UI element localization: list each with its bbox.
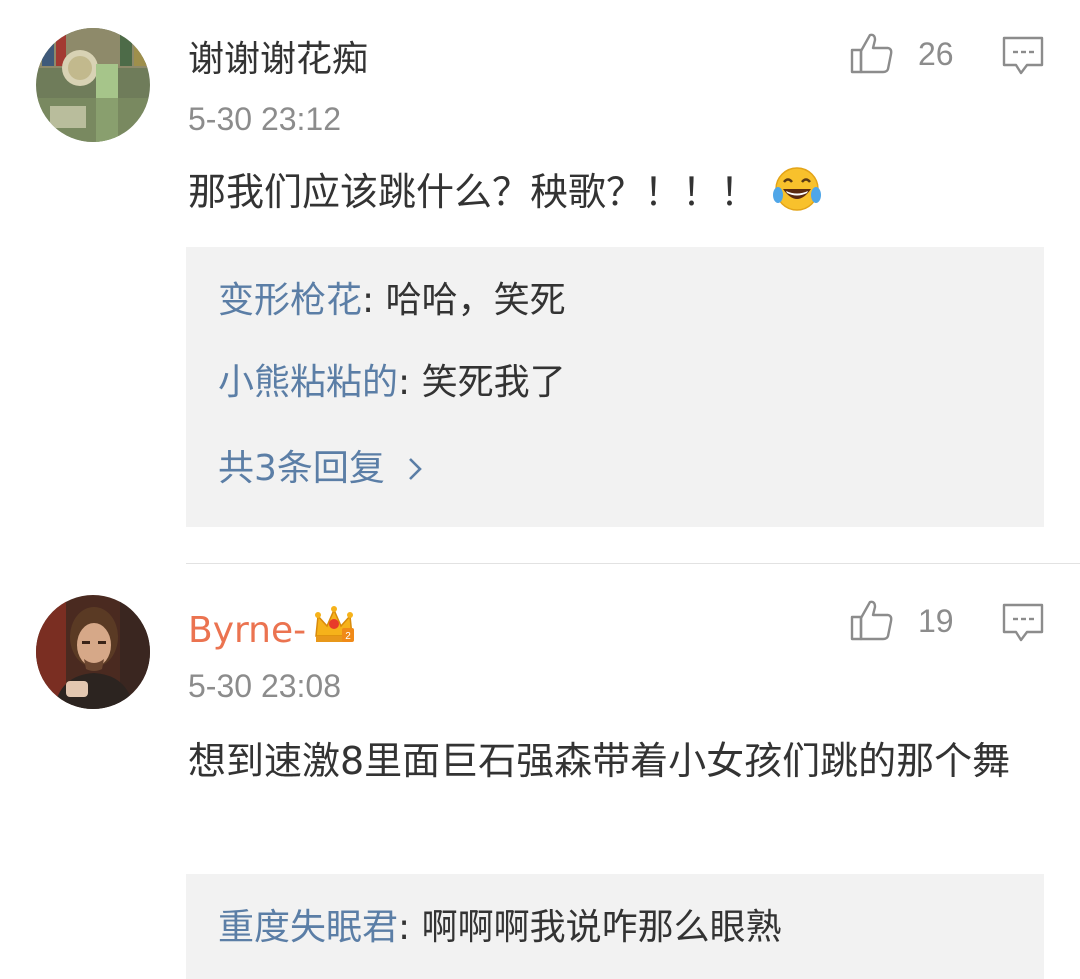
comment-text: 那我们应该跳什么？秧歌？！！！ (188, 164, 1048, 228)
crown-vip-badge-icon: 2 (312, 604, 356, 658)
reply-text: 哈哈，笑死 (385, 280, 566, 321)
comment-item: 谢谢谢花痴 5-30 23:12 26 那我们应该跳什么？秧歌？！！！ 变形枪花… (0, 0, 1080, 563)
reply-item[interactable]: 重度失眠君: 啊啊啊我说咋那么眼熟 (218, 905, 782, 951)
reply-item[interactable]: 变形枪花: 哈哈，笑死 (218, 278, 566, 324)
laughing-tears-emoji-icon (772, 165, 822, 228)
thumbs-up-icon[interactable] (849, 30, 895, 80)
thumbs-up-icon[interactable] (849, 597, 895, 647)
avatar[interactable] (36, 595, 150, 709)
reply-preview-box[interactable]: 变形枪花: 哈哈，笑死 小熊粘粘的: 笑死我了 共3条回复 (186, 247, 1044, 527)
comment-icon[interactable] (1001, 601, 1045, 649)
reply-username[interactable]: 小熊粘粘的 (218, 362, 398, 403)
timestamp: 5-30 23:12 (188, 101, 342, 137)
avatar[interactable] (36, 28, 150, 142)
chevron-right-icon (407, 448, 423, 494)
like-count: 26 (918, 36, 954, 72)
like-count: 19 (918, 603, 954, 639)
reply-item[interactable]: 小熊粘粘的: 笑死我了 (218, 360, 566, 406)
reply-text: 啊啊啊我说咋那么眼熟 (421, 907, 782, 948)
svg-text:2: 2 (345, 631, 351, 642)
comment-icon[interactable] (1001, 34, 1045, 82)
reply-preview-box[interactable]: 重度失眠君: 啊啊啊我说咋那么眼熟 (186, 874, 1044, 979)
reply-username[interactable]: 重度失眠君 (218, 907, 398, 948)
timestamp: 5-30 23:08 (188, 668, 342, 704)
reply-username[interactable]: 变形枪花 (218, 280, 362, 321)
comment-text: 想到速激8里面巨石强森带着小女孩们跳的那个舞 (188, 739, 1011, 783)
username[interactable]: Byrne- 2 (188, 604, 356, 658)
more-replies-link[interactable]: 共3条回复 (218, 446, 423, 494)
username[interactable]: 谢谢谢花痴 (188, 37, 368, 83)
comment-item: Byrne- 2 5-30 23:08 19 想到速激8里面巨石强森带着小女孩们… (0, 564, 1080, 979)
reply-text: 笑死我了 (421, 362, 566, 403)
